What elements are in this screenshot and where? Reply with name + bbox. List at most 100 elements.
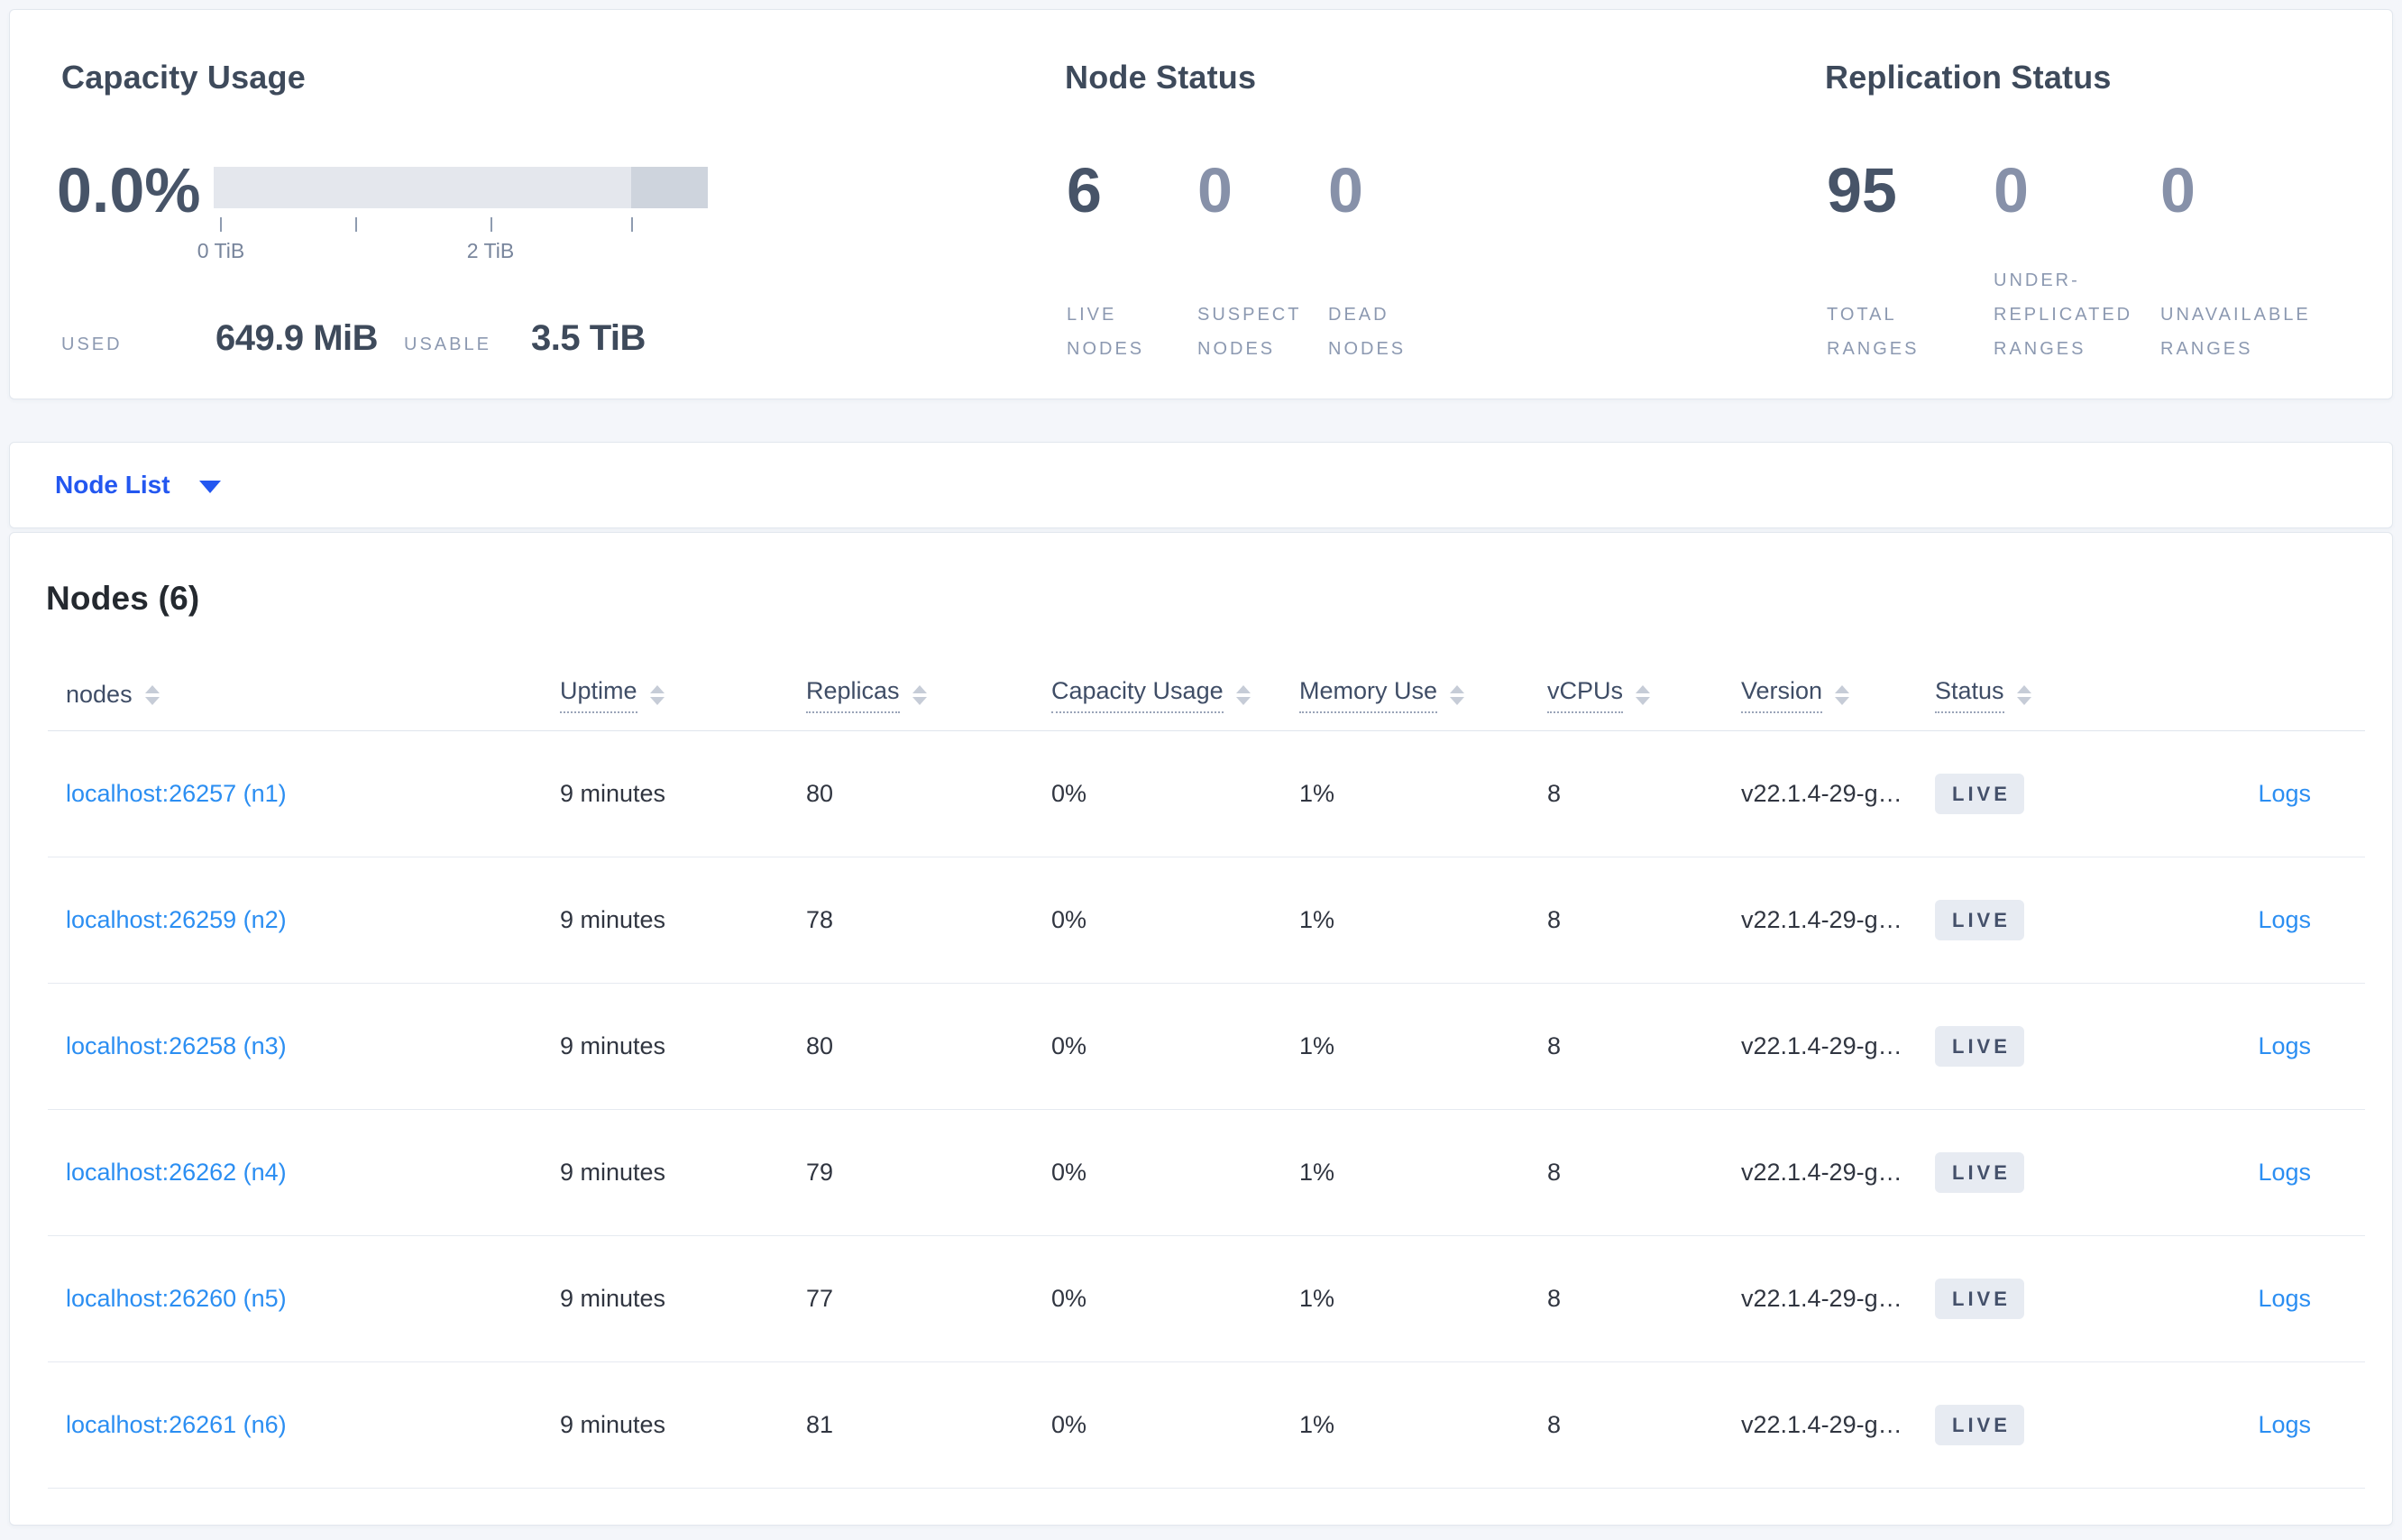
replication-status-title: Replication Status <box>1825 59 2112 96</box>
status-badge: LIVE <box>1935 1026 2024 1067</box>
memory-cell: 1% <box>1299 780 1335 807</box>
column-header-uptime[interactable]: Uptime <box>560 677 806 713</box>
version-cell: v22.1.4-29-g… <box>1741 780 1902 807</box>
view-selector-bar: Node List <box>9 442 2393 528</box>
replicas-cell: 80 <box>806 1032 834 1059</box>
vcpus-cell: 8 <box>1547 1159 1562 1186</box>
node-link[interactable]: localhost:26262 (n4) <box>66 1159 287 1186</box>
capacity-bar-segment <box>631 167 708 208</box>
status-badge: LIVE <box>1935 1279 2024 1319</box>
total-ranges-label: TOTAL RANGES <box>1827 305 1920 359</box>
capacity-usable-label: USABLE <box>404 335 491 354</box>
capacity-usage-bar: 0 TiB 2 TiB <box>197 167 708 262</box>
page-root: { "summary": { "capacity": { "title": "C… <box>0 0 2402 1540</box>
sort-icon <box>2016 684 2031 705</box>
capacity-used-value: 649.9 MiB <box>215 318 379 358</box>
column-header-nodes[interactable]: nodes <box>66 681 560 709</box>
table-row: localhost:26260 (n5) 9 minutes 77 0% 1% … <box>48 1236 2365 1362</box>
node-link[interactable]: localhost:26261 (n6) <box>66 1411 287 1438</box>
version-cell: v22.1.4-29-g… <box>1741 906 1902 933</box>
replicas-cell: 80 <box>806 780 834 807</box>
node-link[interactable]: localhost:26259 (n2) <box>66 906 287 933</box>
memory-cell: 1% <box>1299 1285 1335 1312</box>
uptime-cell: 9 minutes <box>560 1411 666 1438</box>
capacity-cell: 0% <box>1051 1411 1087 1438</box>
table-row: localhost:26258 (n3) 9 minutes 80 0% 1% … <box>48 984 2365 1110</box>
node-status-title: Node Status <box>1065 59 1257 96</box>
node-link[interactable]: localhost:26257 (n1) <box>66 780 287 807</box>
under-replicated-ranges-count: 0 <box>1994 155 2029 225</box>
column-header-version[interactable]: Version <box>1741 677 1935 713</box>
uptime-cell: 9 minutes <box>560 780 666 807</box>
suspect-nodes-label: SUSPECT NODES <box>1197 305 1302 359</box>
capacity-axis-label: 0 TiB <box>197 239 245 262</box>
capacity-axis-tick <box>631 217 633 232</box>
replicas-cell: 79 <box>806 1159 834 1186</box>
uptime-cell: 9 minutes <box>560 1285 666 1312</box>
under-replicated-ranges-label: UNDER- REPLICATED RANGES <box>1994 270 2133 359</box>
sort-icon <box>1450 684 1465 705</box>
sort-icon <box>1835 684 1850 705</box>
capacity-axis-tick <box>355 217 357 232</box>
logs-link[interactable]: Logs <box>2258 1411 2311 1438</box>
column-header-replicas[interactable]: Replicas <box>806 677 1051 713</box>
live-nodes-label: LIVE NODES <box>1067 305 1145 359</box>
vcpus-cell: 8 <box>1547 1411 1562 1438</box>
sort-icon <box>912 684 927 705</box>
status-badge: LIVE <box>1935 900 2024 940</box>
dead-nodes-label: DEAD NODES <box>1328 305 1407 359</box>
node-link[interactable]: localhost:26258 (n3) <box>66 1032 287 1059</box>
live-nodes-count: 6 <box>1067 155 1102 225</box>
replicas-cell: 77 <box>806 1285 834 1312</box>
table-row: localhost:26257 (n1) 9 minutes 80 0% 1% … <box>48 731 2365 857</box>
sort-icon <box>1235 684 1251 705</box>
uptime-cell: 9 minutes <box>560 906 666 933</box>
vcpus-cell: 8 <box>1547 1032 1562 1059</box>
sort-icon <box>649 684 665 705</box>
node-list-dropdown[interactable]: Node List <box>55 471 221 500</box>
memory-cell: 1% <box>1299 1032 1335 1059</box>
dead-nodes-count: 0 <box>1328 155 1363 225</box>
logs-link[interactable]: Logs <box>2258 1032 2311 1059</box>
version-cell: v22.1.4-29-g… <box>1741 1032 1902 1059</box>
column-header-status[interactable]: Status <box>1935 677 2160 713</box>
version-cell: v22.1.4-29-g… <box>1741 1159 1902 1186</box>
capacity-cell: 0% <box>1051 906 1087 933</box>
unavailable-ranges-label: UNAVAILABLE RANGES <box>2160 305 2311 359</box>
replicas-cell: 81 <box>806 1411 834 1438</box>
column-header-capacity-usage[interactable]: Capacity Usage <box>1051 677 1299 713</box>
capacity-usable-value: 3.5 TiB <box>531 318 646 358</box>
uptime-cell: 9 minutes <box>560 1159 666 1186</box>
logs-link[interactable]: Logs <box>2258 780 2311 807</box>
logs-link[interactable]: Logs <box>2258 1159 2311 1186</box>
capacity-cell: 0% <box>1051 1285 1087 1312</box>
capacity-used-percent: 0.0% <box>57 155 201 225</box>
status-badge: LIVE <box>1935 1152 2024 1193</box>
unavailable-ranges-count: 0 <box>2160 155 2196 225</box>
column-header-vcpus[interactable]: vCPUs <box>1547 677 1741 713</box>
version-cell: v22.1.4-29-g… <box>1741 1411 1902 1438</box>
node-list-dropdown-label: Node List <box>55 471 170 499</box>
replicas-cell: 78 <box>806 906 834 933</box>
nodes-table: nodes Uptime Replicas Capacity Usage Mem… <box>48 659 2365 1489</box>
node-link[interactable]: localhost:26260 (n5) <box>66 1285 287 1312</box>
capacity-usage-title: Capacity Usage <box>61 59 306 96</box>
sort-icon <box>1636 684 1651 705</box>
logs-link[interactable]: Logs <box>2258 906 2311 933</box>
memory-cell: 1% <box>1299 1411 1335 1438</box>
capacity-cell: 0% <box>1051 1032 1087 1059</box>
capacity-used-label: USED <box>61 335 123 354</box>
vcpus-cell: 8 <box>1547 1285 1562 1312</box>
summary-panel: Capacity Usage 0.0% 0 TiB 2 TiB USED 649… <box>9 9 2393 399</box>
capacity-axis-label: 2 TiB <box>466 239 515 262</box>
uptime-cell: 9 minutes <box>560 1032 666 1059</box>
status-badge: LIVE <box>1935 1405 2024 1445</box>
table-header-row: nodes Uptime Replicas Capacity Usage Mem… <box>48 659 2365 731</box>
capacity-cell: 0% <box>1051 1159 1087 1186</box>
column-header-memory-use[interactable]: Memory Use <box>1299 677 1547 713</box>
nodes-panel: Nodes (6) nodes Uptime Replicas Capacity… <box>9 532 2393 1526</box>
logs-link[interactable]: Logs <box>2258 1285 2311 1312</box>
capacity-axis-tick <box>490 217 492 232</box>
capacity-axis-tick <box>220 217 222 232</box>
memory-cell: 1% <box>1299 906 1335 933</box>
